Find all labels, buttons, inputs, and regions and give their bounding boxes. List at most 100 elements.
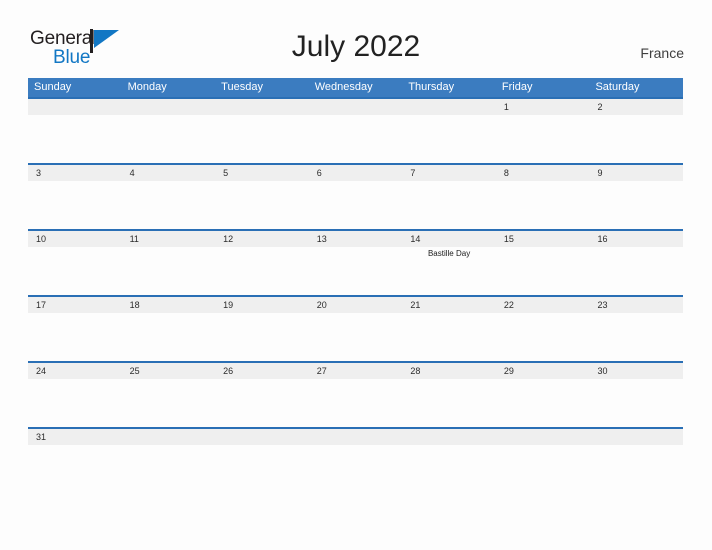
day-number[interactable]: 31 (28, 429, 122, 445)
day-cell[interactable] (589, 313, 683, 361)
day-number[interactable]: 17 (28, 297, 122, 313)
day-cell[interactable] (28, 115, 122, 163)
day-number[interactable]: 23 (589, 297, 683, 313)
day-cell[interactable] (309, 313, 403, 361)
day-cell[interactable] (122, 247, 216, 295)
day-number[interactable] (122, 99, 216, 115)
day-cell[interactable] (122, 115, 216, 163)
week-row: 1 2 (28, 97, 683, 163)
day-event: Bastille Day (427, 249, 471, 258)
weekday-header-monday: Monday (127, 81, 167, 93)
weekday-header-thursday: Thursday (408, 81, 455, 93)
day-number[interactable]: 8 (496, 165, 590, 181)
day-number[interactable]: 24 (28, 363, 122, 379)
week-event-band (28, 181, 683, 229)
day-number[interactable]: 10 (28, 231, 122, 247)
page-title: July 2022 (291, 30, 421, 63)
day-cell-bastille-day[interactable]: Bastille Day (402, 247, 496, 295)
day-cell[interactable] (589, 181, 683, 229)
day-cell[interactable] (122, 181, 216, 229)
day-number[interactable] (28, 99, 122, 115)
week-row: 17 18 19 20 21 22 23 (28, 295, 683, 361)
day-cell[interactable] (496, 247, 590, 295)
day-number[interactable]: 11 (122, 231, 216, 247)
page-header: General Blue July 2022 France (0, 0, 712, 76)
day-number[interactable] (122, 429, 216, 445)
day-number[interactable]: 13 (309, 231, 403, 247)
day-number[interactable]: 26 (215, 363, 309, 379)
day-cell[interactable] (309, 181, 403, 229)
day-cell[interactable] (28, 313, 122, 361)
day-cell[interactable] (215, 379, 309, 427)
day-number[interactable]: 6 (309, 165, 403, 181)
day-number[interactable]: 19 (215, 297, 309, 313)
day-cell[interactable] (215, 181, 309, 229)
day-cell[interactable] (402, 181, 496, 229)
day-number[interactable]: 15 (496, 231, 590, 247)
week-date-band: 17 18 19 20 21 22 23 (28, 297, 683, 313)
day-number[interactable]: 9 (589, 165, 683, 181)
day-number[interactable]: 1 (496, 99, 590, 115)
day-cell[interactable] (309, 115, 403, 163)
day-cell[interactable] (496, 379, 590, 427)
day-cell[interactable] (122, 379, 216, 427)
week-date-band: 31 (28, 429, 683, 445)
day-number[interactable] (402, 429, 496, 445)
day-number[interactable]: 18 (122, 297, 216, 313)
day-number[interactable]: 29 (496, 363, 590, 379)
weekday-header-wednesday: Wednesday (314, 81, 373, 93)
day-cell[interactable] (215, 313, 309, 361)
week-event-band (28, 313, 683, 361)
day-number[interactable] (309, 99, 403, 115)
week-date-band: 24 25 26 27 28 29 30 (28, 363, 683, 379)
day-cell[interactable] (589, 379, 683, 427)
day-number[interactable] (309, 429, 403, 445)
day-number[interactable]: 7 (402, 165, 496, 181)
day-number[interactable]: 5 (215, 165, 309, 181)
day-number[interactable] (215, 99, 309, 115)
day-cell[interactable] (122, 313, 216, 361)
day-cell[interactable] (309, 247, 403, 295)
day-number[interactable]: 4 (122, 165, 216, 181)
week-date-band: 1 2 (28, 99, 683, 115)
week-event-band: Bastille Day (28, 247, 683, 295)
day-cell[interactable] (28, 379, 122, 427)
day-number[interactable]: 28 (402, 363, 496, 379)
week-date-band: 3 4 5 6 7 8 9 (28, 165, 683, 181)
day-cell[interactable] (589, 247, 683, 295)
day-cell[interactable] (28, 181, 122, 229)
day-number[interactable] (215, 429, 309, 445)
calendar-page: General Blue July 2022 France Sunday Mon… (0, 0, 712, 550)
day-cell[interactable] (28, 247, 122, 295)
day-cell[interactable] (402, 313, 496, 361)
day-number[interactable] (402, 99, 496, 115)
day-number[interactable]: 16 (589, 231, 683, 247)
weekday-header-saturday: Saturday (595, 81, 640, 93)
day-cell[interactable] (496, 115, 590, 163)
day-number[interactable] (496, 429, 590, 445)
day-number[interactable]: 2 (589, 99, 683, 115)
calendar-grid: Sunday Monday Tuesday Wednesday Thursday… (28, 78, 683, 445)
day-number[interactable]: 3 (28, 165, 122, 181)
weekday-header-tuesday: Tuesday (221, 81, 263, 93)
day-number[interactable]: 12 (215, 231, 309, 247)
day-cell[interactable] (215, 115, 309, 163)
week-row: 24 25 26 27 28 29 30 (28, 361, 683, 427)
day-cell[interactable] (496, 313, 590, 361)
day-cell[interactable] (589, 115, 683, 163)
day-number[interactable] (589, 429, 683, 445)
day-number[interactable]: 30 (589, 363, 683, 379)
day-number[interactable]: 22 (496, 297, 590, 313)
day-number[interactable]: 20 (309, 297, 403, 313)
week-event-band (28, 379, 683, 427)
day-cell[interactable] (402, 379, 496, 427)
day-cell[interactable] (402, 115, 496, 163)
day-cell[interactable] (496, 181, 590, 229)
day-number[interactable]: 14 (402, 231, 496, 247)
day-cell[interactable] (215, 247, 309, 295)
day-number[interactable]: 27 (309, 363, 403, 379)
day-number[interactable]: 25 (122, 363, 216, 379)
day-number[interactable]: 21 (402, 297, 496, 313)
weekday-header-sunday: Sunday (34, 81, 72, 93)
day-cell[interactable] (309, 379, 403, 427)
